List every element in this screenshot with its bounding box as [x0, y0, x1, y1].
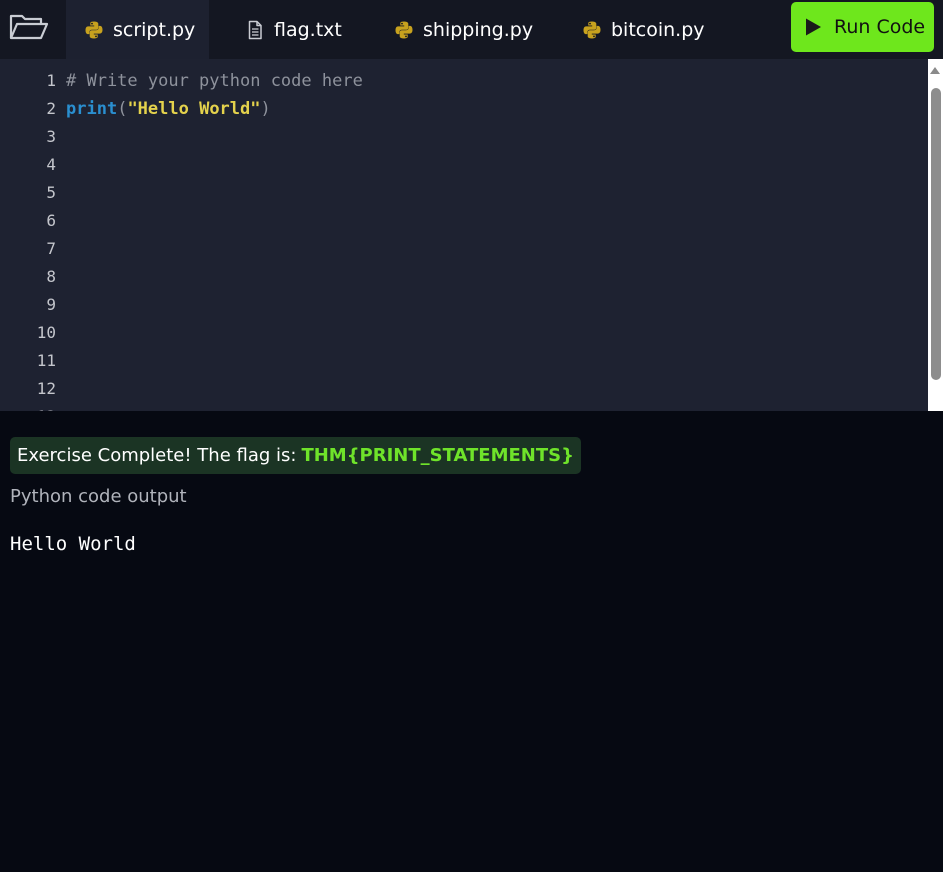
tab-label: bitcoin.py — [611, 18, 705, 41]
line-number: 6 — [46, 211, 56, 230]
code-content[interactable]: # Write your python code here print("Hel… — [66, 67, 916, 123]
tab-label: flag.txt — [274, 18, 342, 41]
exercise-complete-banner: Exercise Complete! The flag is: THM{PRIN… — [10, 437, 581, 474]
code-punctuation: ( — [117, 99, 128, 119]
app-window: script.py flag.txt shipping.py bitcoin.p… — [0, 0, 943, 872]
tab-bitcoin-py[interactable]: bitcoin.py — [566, 0, 736, 59]
line-number: 2 — [46, 99, 56, 118]
banner-text: Exercise Complete! The flag is: — [17, 445, 297, 466]
line-number: 11 — [36, 351, 56, 370]
code-function: print — [66, 99, 118, 119]
tab-script-py[interactable]: script.py — [66, 0, 209, 59]
editor-scrollbar[interactable] — [928, 59, 943, 411]
code-editor[interactable]: 1 2 3 4 5 6 7 8 9 10 11 12 13 # Write yo… — [0, 59, 928, 411]
python-icon — [582, 20, 602, 40]
run-code-label: Run Code — [834, 16, 926, 38]
play-icon — [803, 17, 823, 37]
folder-open-button[interactable] — [8, 11, 50, 43]
folder-open-icon — [9, 14, 49, 40]
line-number: 13 — [0, 403, 56, 411]
line-number: 5 — [46, 183, 56, 202]
tab-bar: script.py flag.txt shipping.py bitcoin.p… — [0, 0, 943, 59]
line-number-gutter: 1 2 3 4 5 6 7 8 9 10 11 12 13 — [0, 67, 56, 411]
code-string: "Hello World" — [127, 99, 261, 119]
python-icon — [84, 20, 104, 40]
tab-label: shipping.py — [423, 18, 534, 41]
line-number: 3 — [46, 127, 56, 146]
run-code-button[interactable]: Run Code — [791, 2, 934, 52]
output-label: Python code output — [10, 486, 187, 507]
tab-label: script.py — [113, 18, 196, 41]
code-comment: # Write your python code here — [66, 71, 363, 91]
line-number: 9 — [46, 295, 56, 314]
program-output: Hello World — [10, 533, 136, 555]
tab-shipping-py[interactable]: shipping.py — [378, 0, 558, 59]
code-line-1[interactable]: # Write your python code here — [66, 67, 916, 95]
line-number: 1 — [46, 71, 56, 90]
scroll-up-arrow-icon[interactable] — [930, 67, 940, 74]
code-line-2[interactable]: print("Hello World") — [66, 95, 916, 123]
text-file-icon — [245, 20, 265, 40]
line-number: 8 — [46, 267, 56, 286]
line-number: 4 — [46, 155, 56, 174]
line-number: 12 — [36, 379, 56, 398]
line-number: 10 — [36, 323, 56, 342]
python-icon — [394, 20, 414, 40]
tab-flag-txt[interactable]: flag.txt — [226, 0, 366, 59]
scrollbar-thumb[interactable] — [931, 88, 941, 380]
flag-value: THM{PRINT_STATEMENTS} — [301, 445, 574, 466]
line-number: 7 — [46, 239, 56, 258]
code-punctuation: ) — [260, 99, 271, 119]
